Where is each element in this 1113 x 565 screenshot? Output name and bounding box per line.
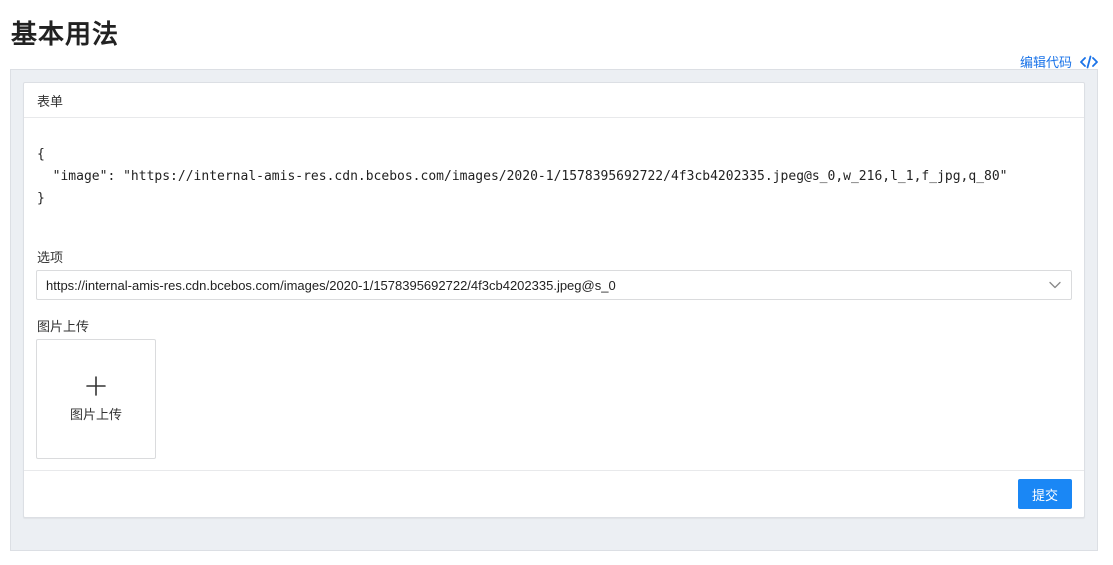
upload-button-text: 图片上传 (69, 406, 122, 422)
options-select[interactable]: https://internal-amis-res.cdn.bcebos.com… (36, 270, 1072, 300)
plus-icon (86, 375, 106, 396)
code-icon (1080, 55, 1098, 69)
panel-footer: 提交 (24, 470, 1084, 517)
page-title: 基本用法 (11, 19, 120, 49)
panel-heading: 表单 (24, 83, 1084, 118)
upload-label: 图片上传 (37, 319, 90, 334)
json-view: { "image": "https://internal-amis-res.cd… (37, 147, 1008, 206)
panel-body: { "image": "https://internal-amis-res.cd… (24, 118, 1084, 471)
submit-button[interactable]: 提交 (1017, 479, 1072, 509)
chevron-down-icon (1048, 278, 1062, 292)
select-value: https://internal-amis-res.cdn.bcebos.com… (46, 277, 616, 293)
form-panel: 表单 { "image": "https://internal-amis-res… (23, 82, 1085, 518)
image-upload-button[interactable]: 图片上传 (36, 339, 156, 459)
preview-area: 表单 { "image": "https://internal-amis-res… (10, 69, 1098, 551)
select-label: 选项 (37, 250, 64, 265)
